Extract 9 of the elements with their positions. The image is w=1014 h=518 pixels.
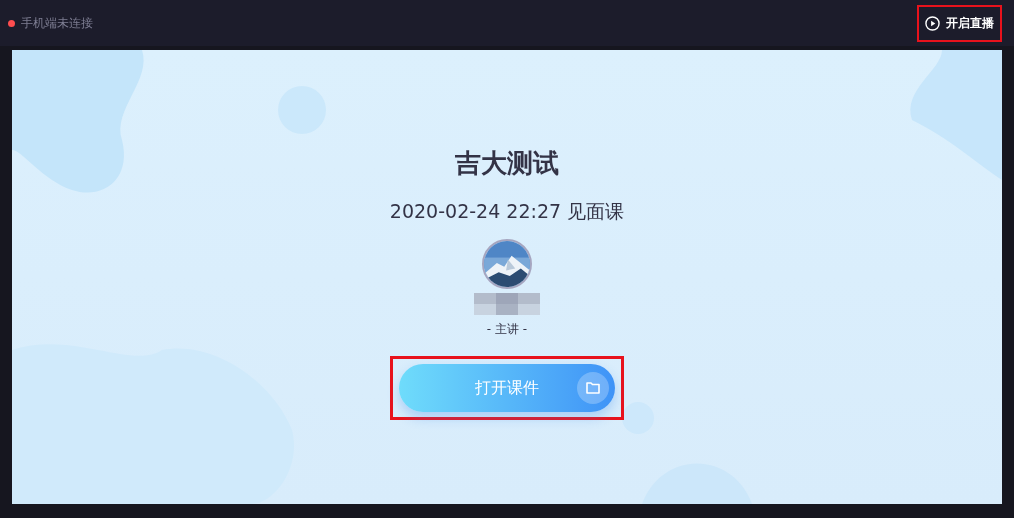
- play-icon: [925, 15, 940, 31]
- start-live-button[interactable]: 开启直播: [923, 10, 996, 36]
- decorative-circle: [622, 402, 654, 434]
- role-label: - 主讲 -: [486, 321, 528, 338]
- course-title: 吉大测试: [455, 147, 559, 180]
- status-text: 手机端未连接: [21, 14, 93, 32]
- folder-icon: [577, 372, 609, 404]
- course-subtitle: 2020-02-24 22:27 见面课: [389, 199, 625, 224]
- blurred-name-drawing: [474, 293, 540, 315]
